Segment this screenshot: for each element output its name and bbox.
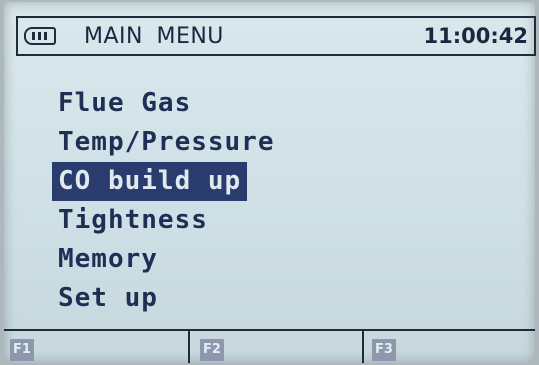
menu-item-co-build-up[interactable]: CO build up [52,162,248,201]
f1-key[interactable]: F1 [10,339,34,361]
menu-item-tightness[interactable]: Tightness [52,201,281,240]
lcd-screen: MAIN MENU 11:00:42 Flue Gas Temp/Pressur… [4,2,536,363]
header-bar: MAIN MENU 11:00:42 [16,16,536,56]
menu-item-flue-gas[interactable]: Flue Gas [52,84,281,123]
f2-key[interactable]: F2 [200,339,224,361]
clock: 11:00:42 [423,24,528,48]
menu-item-temp-pressure[interactable]: Temp/Pressure [52,123,281,162]
battery-icon [24,27,56,45]
divider [188,331,190,363]
function-key-bar: F1 F2 F3 [4,329,535,363]
menu-item-memory[interactable]: Memory [52,240,281,279]
page-title: MAIN MENU [84,24,224,49]
f3-key[interactable]: F3 [372,339,396,361]
divider [362,331,364,363]
main-menu: Flue Gas Temp/Pressure CO build up Tight… [52,84,281,318]
menu-item-set-up[interactable]: Set up [52,279,281,318]
